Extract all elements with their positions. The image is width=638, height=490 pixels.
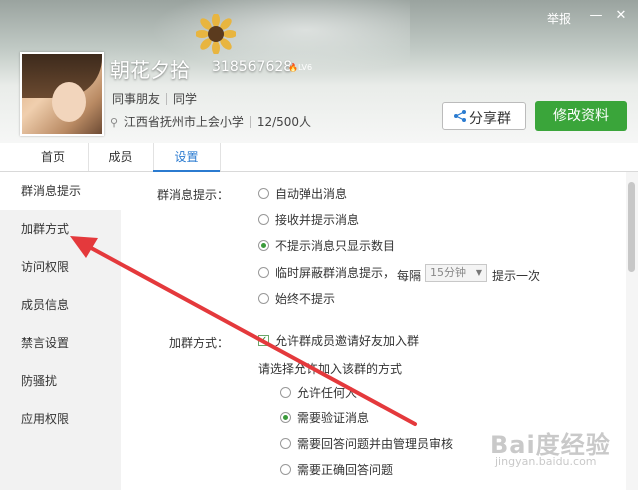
member-count: 12/500人 bbox=[256, 115, 312, 129]
tab-members[interactable]: 成员 bbox=[88, 143, 154, 171]
interval-prefix: 每隔 bbox=[397, 269, 422, 283]
group-location: ⚲ 江西省抚州市上会小学 12/500人 bbox=[110, 113, 311, 130]
join-choose-label: 请选择允许加入该群的方式 bbox=[258, 362, 403, 376]
tab-bar: 首页 成员 设置 bbox=[0, 143, 638, 172]
tag-item[interactable]: 同事朋友 bbox=[112, 92, 160, 106]
level-badge-icon: 🔥 bbox=[288, 63, 298, 72]
radio-button[interactable] bbox=[258, 240, 269, 251]
radio-button[interactable] bbox=[258, 214, 269, 225]
radio-button[interactable] bbox=[280, 438, 291, 449]
tab-home[interactable]: 首页 bbox=[18, 143, 89, 171]
sidebar-item-access[interactable]: 访问权限 bbox=[0, 248, 121, 286]
radio-button[interactable] bbox=[280, 412, 291, 423]
sidebar-item-message-alert[interactable]: 群消息提示 bbox=[0, 172, 121, 210]
share-group-button[interactable]: 分享群 bbox=[442, 102, 526, 130]
radio-button[interactable] bbox=[258, 188, 269, 199]
msg-settings-label: 群消息提示： bbox=[157, 188, 230, 202]
sidebar-item-anti-harass[interactable]: 防骚扰 bbox=[0, 362, 121, 400]
join-settings-label: 加群方式： bbox=[169, 336, 230, 350]
level-badge: 🔥LV6 bbox=[288, 63, 313, 72]
tab-settings[interactable]: 设置 bbox=[153, 143, 221, 172]
radio-button[interactable] bbox=[258, 267, 269, 278]
group-id: 318567628 bbox=[212, 59, 293, 75]
sidebar-item-app-permissions[interactable]: 应用权限 bbox=[0, 400, 121, 438]
group-avatar[interactable] bbox=[20, 52, 104, 136]
radio-button[interactable] bbox=[258, 293, 269, 304]
chevron-down-icon: ▼ bbox=[475, 268, 482, 277]
sunflower-decoration-icon bbox=[196, 14, 236, 54]
report-link[interactable]: 举报 bbox=[547, 10, 571, 27]
scrollbar-thumb[interactable] bbox=[628, 182, 635, 272]
group-header: 举报 — ✕ 朝花夕拾 318567628 🔥LV6 同事朋友 同学 ⚲ 江西省抚… bbox=[0, 0, 638, 143]
checkbox[interactable] bbox=[258, 333, 269, 349]
settings-sidebar: 群消息提示 加群方式 访问权限 成员信息 禁言设置 防骚扰 应用权限 bbox=[0, 172, 121, 490]
tag-item[interactable]: 同学 bbox=[173, 92, 197, 106]
sidebar-item-mute[interactable]: 禁言设置 bbox=[0, 324, 121, 362]
location-text: 江西省抚州市上会小学 bbox=[123, 115, 244, 129]
group-tags: 同事朋友 同学 bbox=[112, 90, 197, 107]
sidebar-item-member-info[interactable]: 成员信息 bbox=[0, 286, 121, 324]
minimize-icon[interactable]: — bbox=[588, 8, 604, 24]
location-pin-icon: ⚲ bbox=[110, 116, 119, 129]
close-icon[interactable]: ✕ bbox=[613, 8, 629, 24]
sidebar-item-join-method[interactable]: 加群方式 bbox=[0, 210, 121, 248]
baidu-watermark-url: jingyan.baidu.com bbox=[495, 455, 597, 468]
interval-suffix: 提示一次 bbox=[492, 269, 541, 283]
radio-button[interactable] bbox=[280, 387, 291, 398]
group-name: 朝花夕拾 bbox=[110, 58, 190, 82]
edit-profile-button[interactable]: 修改资料 bbox=[535, 101, 627, 131]
radio-button[interactable] bbox=[280, 464, 291, 475]
interval-select[interactable]: 15分钟 ▼ bbox=[425, 264, 487, 282]
share-icon bbox=[453, 109, 467, 123]
